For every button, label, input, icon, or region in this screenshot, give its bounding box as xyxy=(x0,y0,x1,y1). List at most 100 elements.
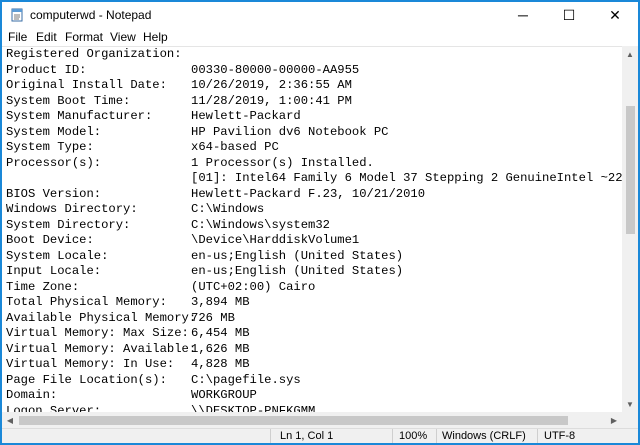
text-line: Time Zone: (UTC+02:00) Cairo xyxy=(6,279,315,296)
status-position: Ln 1, Col 1 xyxy=(270,429,393,443)
scroll-right-icon[interactable]: ▶ xyxy=(606,412,622,428)
close-button[interactable]: ✕ xyxy=(592,2,638,28)
menu-help[interactable]: Help xyxy=(143,30,168,44)
line-label: Input Locale: xyxy=(6,264,102,278)
maximize-icon: ☐ xyxy=(562,6,576,23)
line-value: (UTC+02:00) Cairo xyxy=(191,279,316,294)
line-label: Time Zone: xyxy=(6,279,80,294)
text-line: System Model: HP Pavilion dv6 Notebook PC xyxy=(6,124,388,141)
line-value: x64-based PC xyxy=(191,140,279,154)
line-value: 6,454 MB xyxy=(191,326,250,340)
text-line: Processor(s): 1 Processor(s) Installed. xyxy=(6,155,374,172)
line-label: Domain: xyxy=(6,388,58,402)
text-line: Registered Organization: xyxy=(6,47,182,63)
line-label: System Locale: xyxy=(6,248,109,263)
menu-file[interactable]: File xyxy=(8,30,27,44)
line-value: 11/28/2019, 1:00:41 PM xyxy=(191,93,352,108)
line-label: System Manufacturer: xyxy=(6,109,153,123)
text-line: Virtual Memory: In Use: 4,828 MB xyxy=(6,357,250,373)
line-value: 00330-80000-00000-AA955 xyxy=(191,62,360,77)
line-value: Hewlett-Packard F.23, 10/21/2010 xyxy=(191,186,426,201)
window-title: computerwd - Notepad xyxy=(30,8,152,22)
scroll-down-icon[interactable]: ▼ xyxy=(622,396,638,412)
line-value: 4,828 MB xyxy=(191,357,250,371)
close-icon: ✕ xyxy=(609,6,621,23)
status-encoding: UTF-8 xyxy=(537,429,630,443)
line-label: System Type: xyxy=(6,140,94,154)
menu-bar: File Edit Format View Help xyxy=(2,28,638,46)
line-label: Virtual Memory: Available: xyxy=(6,341,197,356)
line-label: System Directory: xyxy=(6,217,131,232)
text-line: Boot Device: \Device\HarddiskVolume1 xyxy=(6,233,359,249)
text-line: System Manufacturer: Hewlett-Packard xyxy=(6,109,301,125)
text-line: Product ID: 00330-80000-00000-AA955 xyxy=(6,62,359,79)
text-line: System Directory: C:\Windows\system32 xyxy=(6,217,330,234)
line-label: Registered Organization: xyxy=(6,47,182,61)
text-line: Page File Location(s): C:\pagefile.sys xyxy=(6,372,301,389)
vertical-scroll-thumb[interactable] xyxy=(626,106,635,234)
line-label: Page File Location(s): xyxy=(6,372,167,387)
line-label: Windows Directory: xyxy=(6,202,138,216)
menu-view[interactable]: View xyxy=(110,30,136,44)
line-value: en-us;English (United States) xyxy=(191,248,404,263)
text-line: System Type: x64-based PC xyxy=(6,140,279,156)
line-label: Available Physical Memory: xyxy=(6,310,197,325)
status-line-ending-text: Windows (CRLF) xyxy=(442,430,526,442)
line-label: Virtual Memory: In Use: xyxy=(6,357,175,371)
horizontal-scroll-thumb[interactable] xyxy=(19,416,568,425)
line-value: 3,894 MB xyxy=(191,295,250,309)
status-position-text: Ln 1, Col 1 xyxy=(280,430,334,442)
status-encoding-text: UTF-8 xyxy=(544,430,576,442)
line-label: BIOS Version: xyxy=(6,186,102,201)
text-line: Domain: WORKGROUP xyxy=(6,388,257,404)
status-bar: Ln 1, Col 1 100% Windows (CRLF) UTF-8 xyxy=(2,428,638,443)
line-value: Hewlett-Packard xyxy=(191,109,301,123)
notepad-window: computerwd - Notepad ─ ☐ ✕ File Edit For… xyxy=(0,0,640,445)
text-line: Virtual Memory: Available: 1,626 MB xyxy=(6,341,250,358)
line-value: 1 Processor(s) Installed. xyxy=(191,155,374,170)
minimize-button[interactable]: ─ xyxy=(500,2,546,28)
vertical-scrollbar[interactable]: ▲ ▼ xyxy=(622,46,638,412)
line-label: System Boot Time: xyxy=(6,93,131,108)
status-zoom: 100% xyxy=(392,429,437,443)
line-value: WORKGROUP xyxy=(191,388,257,402)
scroll-up-icon[interactable]: ▲ xyxy=(622,46,638,62)
text-editor[interactable]: Registered Organization: Product ID: 0033… xyxy=(2,46,622,413)
text-line: Total Physical Memory: 3,894 MB xyxy=(6,295,250,311)
text-line: System Boot Time: 11/28/2019, 1:00:41 PM xyxy=(6,93,352,110)
scroll-left-icon[interactable]: ◀ xyxy=(2,412,18,428)
scrollbar-corner xyxy=(622,412,638,428)
line-value: [01]: Intel64 Family 6 Model 37 Stepping… xyxy=(191,171,622,185)
line-value: HP Pavilion dv6 Notebook PC xyxy=(191,124,389,139)
line-value: C:\Windows xyxy=(191,202,265,216)
menu-format[interactable]: Format xyxy=(65,30,103,44)
line-value: 1,626 MB xyxy=(191,341,250,356)
text-line: Available Physical Memory: 726 MB xyxy=(6,310,235,327)
maximize-button[interactable]: ☐ xyxy=(546,2,592,28)
horizontal-scrollbar[interactable]: ◀ ▶ xyxy=(2,412,622,428)
text-line: Windows Directory: C:\Windows xyxy=(6,202,264,218)
line-value: en-us;English (United States) xyxy=(191,264,404,278)
line-label: Original Install Date: xyxy=(6,78,167,92)
minimize-icon: ─ xyxy=(518,7,528,23)
line-value: \Device\HarddiskVolume1 xyxy=(191,233,360,247)
line-label: Boot Device: xyxy=(6,233,94,247)
line-label: Total Physical Memory: xyxy=(6,295,167,309)
line-value: C:\pagefile.sys xyxy=(191,372,301,387)
line-value: C:\Windows\system32 xyxy=(191,217,330,232)
text-line: System Locale: en-us;English (United Stat… xyxy=(6,248,403,265)
notepad-icon xyxy=(11,8,23,22)
line-label: Processor(s): xyxy=(6,155,102,170)
title-bar[interactable]: computerwd - Notepad ─ ☐ ✕ xyxy=(2,2,638,28)
line-value: 726 MB xyxy=(191,310,235,325)
line-label: System Model: xyxy=(6,124,102,139)
status-zoom-text: 100% xyxy=(399,430,428,442)
line-label: Product ID: xyxy=(6,62,87,77)
line-value: 10/26/2019, 2:36:55 AM xyxy=(191,78,352,92)
text-line: Original Install Date: 10/26/2019, 2:36:5… xyxy=(6,78,352,94)
text-line: Input Locale: en-us;English (United State… xyxy=(6,264,403,280)
text-line: BIOS Version: Hewlett-Packard F.23, 10/21… xyxy=(6,186,425,203)
menu-edit[interactable]: Edit xyxy=(36,30,57,44)
line-label: Virtual Memory: Max Size: xyxy=(6,326,189,340)
text-line: Virtual Memory: Max Size: 6,454 MB xyxy=(6,326,250,342)
